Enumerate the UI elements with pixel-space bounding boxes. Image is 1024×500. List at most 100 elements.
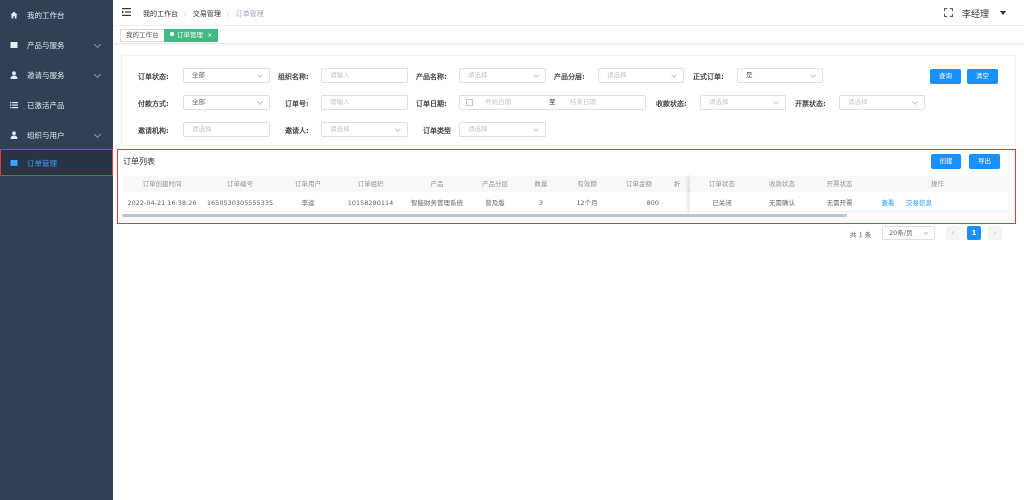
sidebar: 我的工作台 产品与服务 邀请与服务 已激活产品 组织与用户 订单管理 xyxy=(0,0,113,500)
trade-info-link[interactable]: 交易信息 xyxy=(904,195,934,211)
horizontal-scrollbar[interactable] xyxy=(122,214,847,217)
calendar-icon xyxy=(466,99,473,106)
tag-dot-icon xyxy=(170,32,174,36)
order-no-input[interactable]: 请输入 xyxy=(321,95,408,110)
collect-status-select[interactable]: 请选择 xyxy=(700,95,786,110)
home-icon xyxy=(10,11,18,19)
breadcrumb-item[interactable]: 交易管理 xyxy=(193,10,221,18)
export-button[interactable]: 导出 xyxy=(969,154,1000,169)
sidebar-item-activated[interactable]: 已激活产品 xyxy=(0,90,113,120)
chevron-left-icon: ‹ xyxy=(951,228,955,237)
breadcrumb-item[interactable]: 我的工作台 xyxy=(143,10,178,18)
tag-workbench[interactable]: 我的工作台 xyxy=(120,29,165,42)
tag-label: 订单管理 xyxy=(177,31,203,39)
chevron-down-icon xyxy=(93,70,102,79)
col-tier: 产品分层 xyxy=(471,176,519,192)
cell-org: 10158280114 xyxy=(347,199,394,207)
order-status-label: 订单状态: xyxy=(138,73,169,81)
sidebar-item-label: 订单管理 xyxy=(27,159,57,168)
order-no-label: 订单号: xyxy=(285,100,309,108)
order-type-placeholder: 请选择 xyxy=(468,125,488,133)
cell-user: 李逵 xyxy=(301,199,315,207)
cell-collect: 无需确认 xyxy=(769,199,795,207)
collect-status-label: 收款状态: xyxy=(656,100,687,108)
chevron-down-icon xyxy=(533,126,539,132)
payment-label: 付款方式: xyxy=(138,100,169,108)
product-name-select[interactable]: 请选择 xyxy=(459,68,546,83)
fullscreen-icon[interactable] xyxy=(944,8,953,17)
col-org: 订单组织 xyxy=(338,176,403,192)
product-tier-placeholder: 请选择 xyxy=(607,71,627,79)
chevron-down-icon xyxy=(93,130,102,139)
col-user: 订单用户 xyxy=(278,176,338,192)
user-name[interactable]: 李经理 xyxy=(962,7,989,20)
page-size-select[interactable]: 20条/页 xyxy=(882,226,935,240)
pager-total: 共 1 条 xyxy=(850,231,872,239)
tag-orders[interactable]: 订单管理 × xyxy=(164,29,219,42)
payment-value: 全部 xyxy=(192,98,205,106)
order-type-select[interactable]: 请选择 xyxy=(459,122,546,137)
caret-down-icon[interactable] xyxy=(1000,11,1006,15)
hamburger-icon[interactable] xyxy=(122,8,131,16)
user-icon xyxy=(10,71,18,79)
query-button[interactable]: 查询 xyxy=(930,69,961,84)
sidebar-item-orders[interactable]: 订单管理 xyxy=(0,149,113,176)
col-validity: 有效期 xyxy=(563,176,611,192)
formal-order-value: 是 xyxy=(746,71,753,79)
breadcrumb-separator: / xyxy=(227,10,230,18)
order-type-label: 订单类型 xyxy=(423,127,451,135)
cell-validity: 12个月 xyxy=(576,199,598,207)
sidebar-item-label: 产品与服务 xyxy=(27,41,65,50)
product-tier-label: 产品分层: xyxy=(554,73,585,81)
inviter-label: 邀请人: xyxy=(285,127,309,135)
invoice-status-label: 开票状态: xyxy=(795,100,826,108)
page-number-current[interactable]: 1 xyxy=(967,226,981,240)
create-button[interactable]: 创建 xyxy=(931,154,961,169)
navbar: 我的工作台 / 交易管理 / 订单管理 李经理 xyxy=(113,0,1024,26)
prev-page-button[interactable]: ‹ xyxy=(946,226,960,240)
invite-org-input[interactable]: 请选择 xyxy=(183,122,270,137)
chevron-down-icon xyxy=(912,99,918,105)
sidebar-item-org-users[interactable]: 组织与用户 xyxy=(0,120,113,150)
order-status-select[interactable]: 全部 xyxy=(183,68,270,83)
cell-created: 2022-04-21 16:38:26 xyxy=(127,199,197,207)
cell-qty: 3 xyxy=(538,199,544,207)
inviter-placeholder: 请选择 xyxy=(330,125,350,133)
sidebar-item-label: 组织与用户 xyxy=(27,131,65,140)
cell-amount: 800 xyxy=(646,199,659,207)
chevron-down-icon xyxy=(93,40,102,49)
col-amount: 订单金额 xyxy=(611,176,667,192)
sidebar-item-label: 我的工作台 xyxy=(27,11,65,20)
invoice-status-placeholder: 请选择 xyxy=(848,98,868,106)
collect-status-placeholder: 请选择 xyxy=(709,98,729,106)
payment-select[interactable]: 全部 xyxy=(183,95,270,110)
product-name-label: 产品名称: xyxy=(416,73,447,81)
chevron-down-icon xyxy=(395,126,401,132)
invoice-status-select[interactable]: 请选择 xyxy=(839,95,925,110)
order-list-panel: 订单列表 创建 导出 订单创建时间 订单编号 订单用户 订单组织 产品 产品分层… xyxy=(117,149,1016,224)
chevron-down-icon xyxy=(923,229,929,235)
col-discount: 折 xyxy=(667,176,687,192)
order-table: 订单创建时间 订单编号 订单用户 订单组织 产品 产品分层 数量 有效期 订单金… xyxy=(122,176,1008,217)
sidebar-item-workbench[interactable]: 我的工作台 xyxy=(0,0,113,30)
sidebar-item-products[interactable]: 产品与服务 xyxy=(0,30,113,60)
col-invoice: 开票状态 xyxy=(812,176,867,192)
order-date-range[interactable]: 开始日期 至 结束日期 xyxy=(459,95,646,110)
inviter-select[interactable]: 请选择 xyxy=(321,122,408,137)
sidebar-item-label: 已激活产品 xyxy=(27,101,65,110)
user-icon xyxy=(10,131,18,139)
sidebar-item-invite[interactable]: 邀请与服务 xyxy=(0,60,113,90)
view-link[interactable]: 查看 xyxy=(880,195,896,211)
next-page-button[interactable]: › xyxy=(988,226,1002,240)
breadcrumb-current: 订单管理 xyxy=(235,10,264,18)
org-name-input[interactable]: 请输入 xyxy=(321,68,408,83)
folder-icon xyxy=(10,159,18,167)
close-icon[interactable]: × xyxy=(207,31,212,39)
cell-order-no: 1650530305555335 xyxy=(206,199,274,207)
list-icon xyxy=(10,101,18,109)
clear-button[interactable]: 清空 xyxy=(967,69,998,84)
formal-order-select[interactable]: 是 xyxy=(737,68,823,83)
product-tier-select[interactable]: 请选择 xyxy=(598,68,684,83)
sidebar-item-label: 邀请与服务 xyxy=(27,71,65,80)
chevron-down-icon xyxy=(773,99,779,105)
